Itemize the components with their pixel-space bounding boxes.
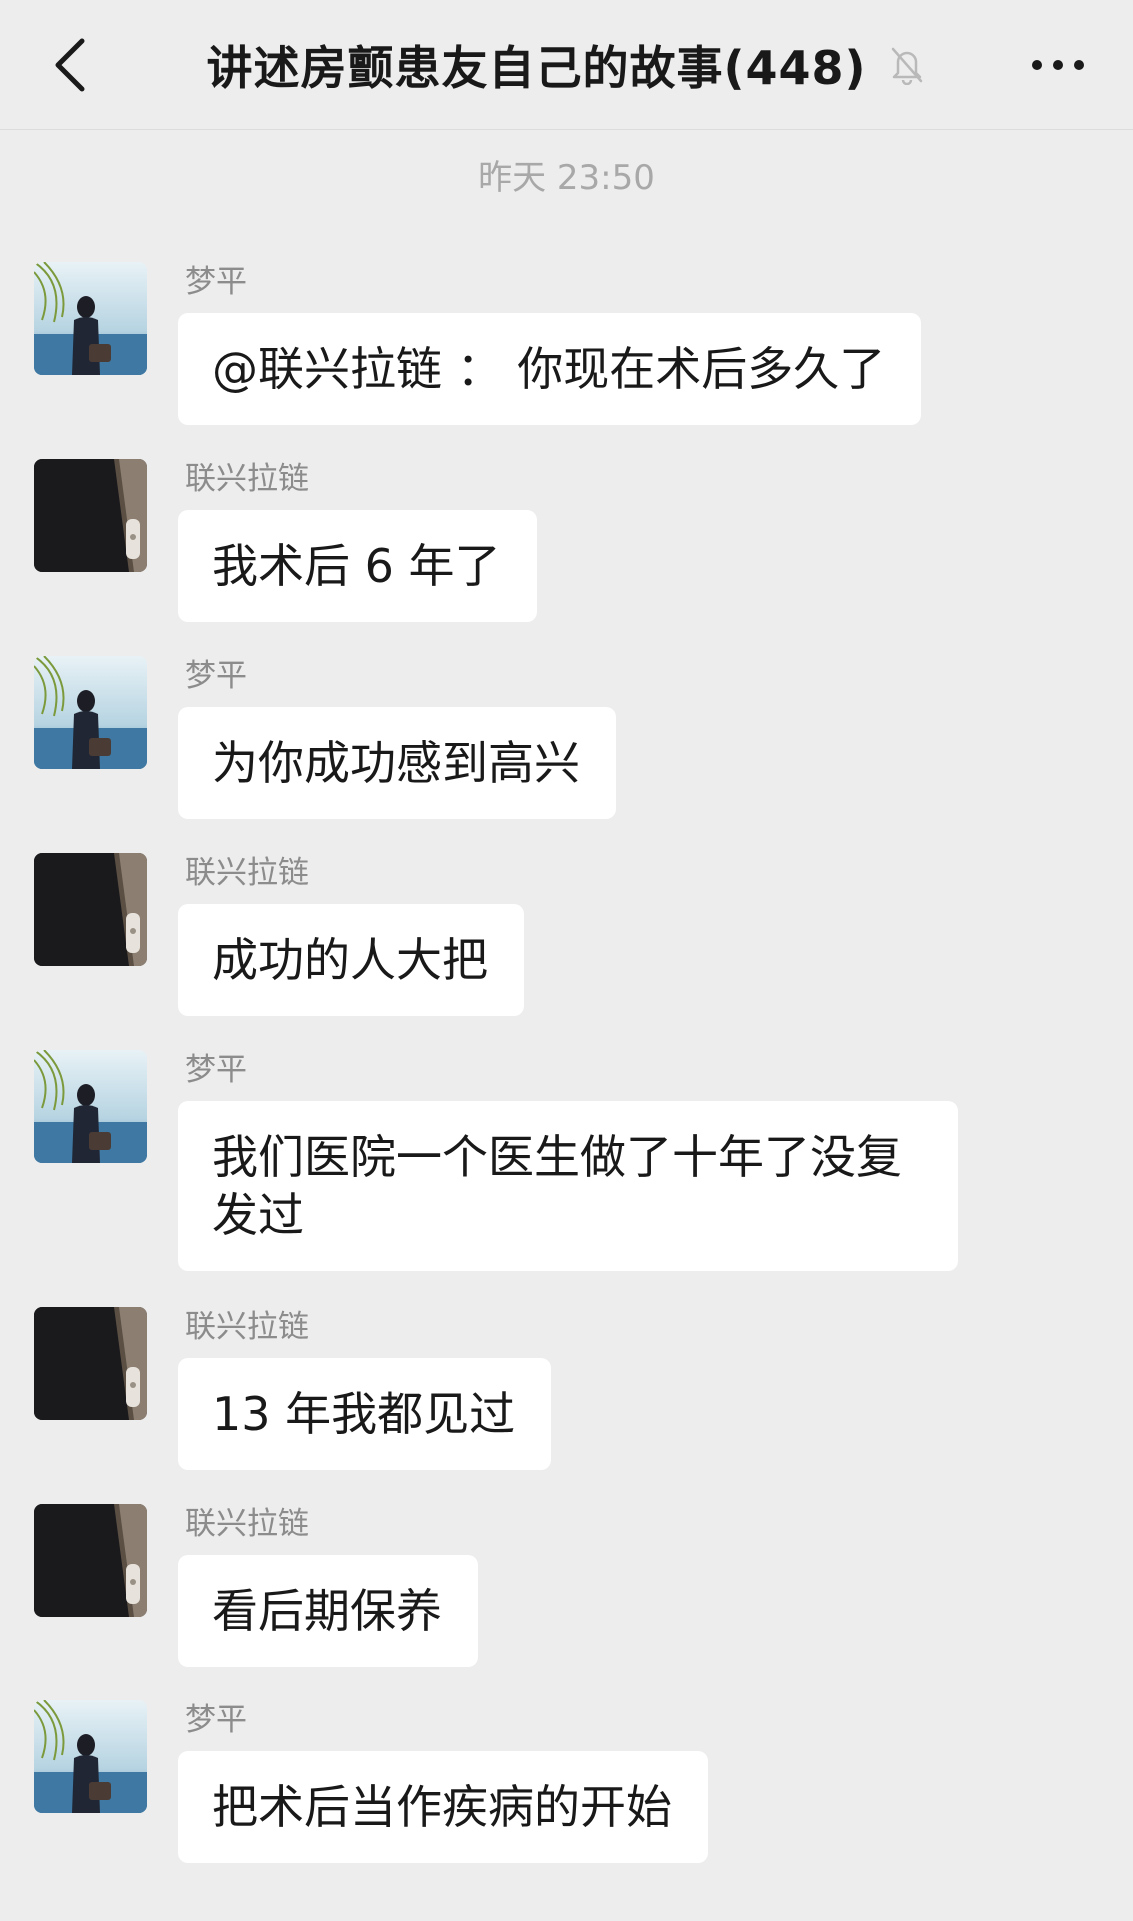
avatar[interactable] [34,656,147,769]
avatar[interactable] [34,1504,147,1617]
chat-title: 讲述房颤患友自己的故事(448) [206,41,867,95]
message-bubble[interactable]: 我术后 6 年了 [178,510,537,622]
sender-name: 梦平 [185,264,247,300]
avatar[interactable] [34,853,147,966]
sender-name: 联兴拉链 [185,1309,309,1345]
avatar[interactable] [34,1307,147,1420]
avatar[interactable] [34,1050,147,1163]
back-button[interactable] [40,30,100,100]
message-bubble[interactable]: 成功的人大把 [178,904,524,1016]
sender-name: 梦平 [185,1702,247,1738]
bell-off-icon [887,45,927,85]
avatar[interactable] [34,1700,147,1813]
message-bubble[interactable]: @联兴拉链 ： 你现在术后多久了 [178,313,922,425]
sender-name: 梦平 [185,658,247,694]
avatar[interactable] [34,262,147,375]
message-timestamp: 昨天 23:50 [478,158,655,198]
chevron-left-icon [55,38,85,92]
message-bubble[interactable]: 看后期保养 [178,1555,478,1667]
avatar[interactable] [34,459,147,572]
message-bubble[interactable]: 我们医院一个医生做了十年了没复发过 [178,1101,958,1271]
sender-name: 联兴拉链 [185,461,309,497]
more-options-button[interactable] [1023,30,1093,100]
chat-header: 讲述房颤患友自己的故事(448) [0,0,1133,130]
sender-name: 梦平 [185,1052,247,1088]
message-bubble[interactable]: 13 年我都见过 [178,1358,552,1470]
message-bubble[interactable]: 为你成功感到高兴 [178,707,616,819]
sender-name: 联兴拉链 [185,1506,309,1542]
more-dots-icon [1032,60,1084,70]
message-bubble[interactable]: 把术后当作疾病的开始 [178,1751,708,1863]
sender-name: 联兴拉链 [185,855,309,891]
